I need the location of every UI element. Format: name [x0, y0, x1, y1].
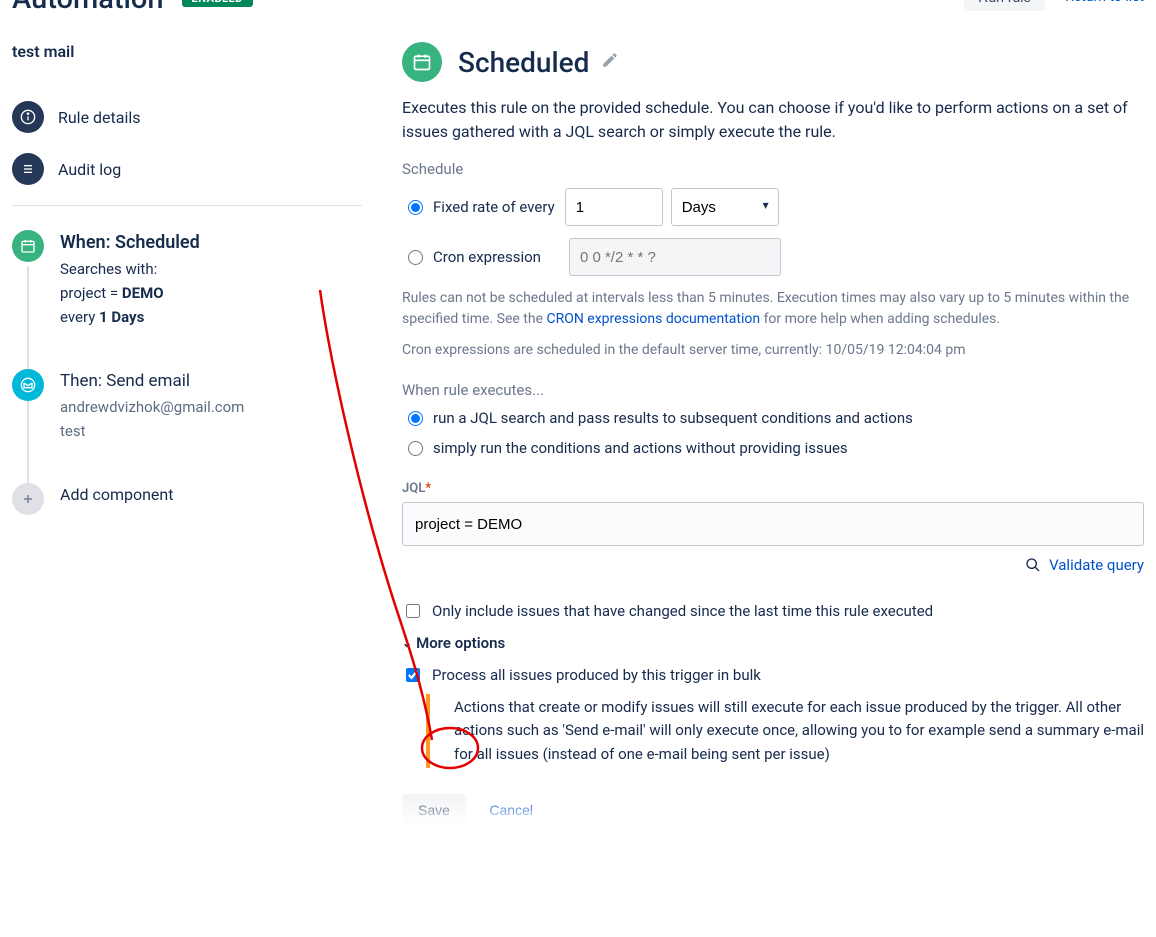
status-badge: ENABLED	[182, 0, 253, 7]
jql-field-label: JQL*	[402, 481, 1144, 496]
flow-when-jql: project = DEMO	[60, 281, 200, 305]
page-title: Automation	[12, 0, 164, 16]
validate-query-link[interactable]: Validate query	[1025, 556, 1144, 574]
add-component-label: Add component	[60, 485, 173, 504]
flow-item-add-component[interactable]: Add component	[12, 483, 362, 515]
info-icon	[12, 101, 44, 133]
jql-input[interactable]	[402, 502, 1144, 546]
process-bulk-checkbox[interactable]	[406, 668, 420, 682]
search-icon	[1025, 557, 1041, 573]
schedule-label: Schedule	[402, 160, 1144, 178]
cron-label: Cron expression	[433, 248, 541, 266]
flow-then-email: andrewdvizhok@gmail.com	[60, 395, 244, 419]
flow-when-sub: Searches with:	[60, 257, 200, 281]
content-title: Scheduled	[458, 46, 589, 79]
cron-input	[569, 238, 781, 276]
server-time-text: Cron expressions are scheduled in the de…	[402, 340, 1144, 361]
mail-icon	[12, 369, 44, 401]
return-to-list-link[interactable]: Return to list	[1065, 0, 1144, 5]
edit-icon[interactable]	[601, 51, 619, 73]
cron-docs-link[interactable]: CRON expressions documentation	[546, 311, 760, 327]
sidebar-item-label: Audit log	[58, 160, 121, 179]
divider	[12, 205, 362, 206]
cron-radio[interactable]	[408, 250, 423, 265]
interval-unit-select[interactable]: Days	[671, 188, 779, 226]
bulk-info-text: Actions that create or modify issues wil…	[426, 694, 1144, 768]
chevron-down-icon: ⌄	[402, 636, 412, 650]
sidebar-item-rule-details[interactable]: Rule details	[12, 91, 362, 143]
interval-input[interactable]	[565, 188, 663, 226]
flow-when-interval: every 1 Days	[60, 305, 200, 329]
process-bulk-label: Process all issues produced by this trig…	[432, 666, 761, 684]
flow-when-title: When: Scheduled	[60, 232, 200, 253]
plus-icon	[12, 483, 44, 515]
rule-name: test mail	[12, 42, 362, 61]
calendar-icon	[402, 42, 442, 82]
flow-then-title: Then: Send email	[60, 371, 244, 391]
when-executes-label: When rule executes...	[402, 381, 1144, 399]
simply-run-radio[interactable]	[408, 441, 423, 456]
simply-run-label: simply run the conditions and actions wi…	[433, 439, 848, 457]
flow-item-when[interactable]: When: Scheduled Searches with: project =…	[12, 230, 362, 329]
schedule-help-text: Rules can not be scheduled at intervals …	[402, 288, 1144, 330]
run-jql-radio[interactable]	[408, 411, 423, 426]
trigger-description: Executes this rule on the provided sched…	[402, 96, 1144, 144]
run-jql-label: run a JQL search and pass results to sub…	[433, 409, 913, 427]
more-options-toggle[interactable]: ⌄ More options	[402, 634, 1144, 652]
run-rule-button[interactable]: Run rule	[964, 0, 1045, 11]
flow-then-subject: test	[60, 419, 244, 443]
fixed-rate-radio[interactable]	[408, 200, 423, 215]
fixed-rate-label: Fixed rate of every	[433, 198, 555, 216]
calendar-icon	[12, 230, 44, 262]
sidebar-item-label: Rule details	[58, 108, 141, 127]
only-changed-label: Only include issues that have changed si…	[432, 602, 933, 620]
cancel-button[interactable]: Cancel	[483, 801, 539, 819]
only-changed-checkbox[interactable]	[406, 604, 420, 618]
save-button[interactable]: Save	[402, 794, 466, 826]
list-icon	[12, 153, 44, 185]
sidebar-item-audit-log[interactable]: Audit log	[12, 143, 362, 195]
flow-item-then[interactable]: Then: Send email andrewdvizhok@gmail.com…	[12, 369, 362, 443]
